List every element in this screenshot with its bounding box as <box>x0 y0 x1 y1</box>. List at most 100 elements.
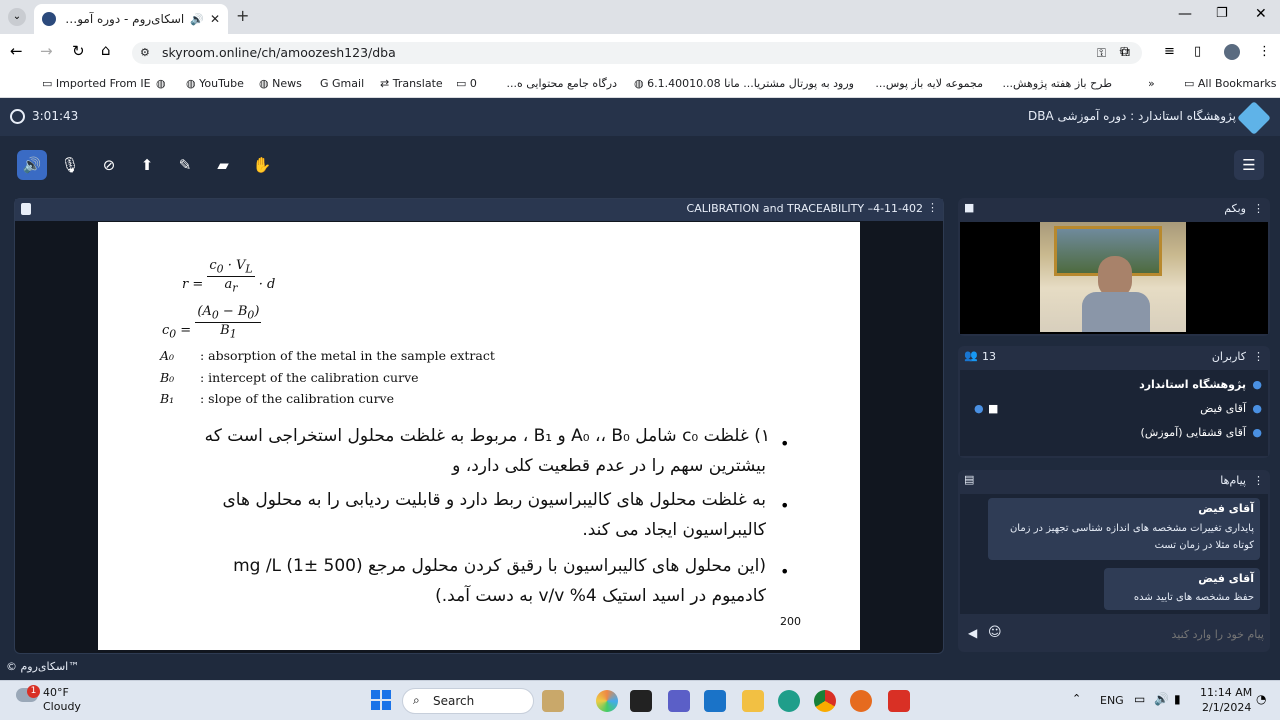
task-view-icon[interactable] <box>630 690 652 712</box>
back-icon[interactable]: ← <box>10 42 23 60</box>
send-icon[interactable]: ◀ <box>968 626 977 640</box>
forward-icon[interactable]: → <box>40 42 53 60</box>
url-field[interactable]: ⚙ skyroom.online/ch/amoozesh123/dba ⚿ ☆ <box>132 42 1142 64</box>
emoji-icon[interactable]: ☺ <box>988 625 1002 640</box>
presentation-title: CALIBRATION and TRACEABILITY –4-11-402 <box>686 202 923 215</box>
speaker-toggle-icon[interactable]: 🔊 <box>17 150 47 180</box>
file-panel-icon <box>21 203 31 215</box>
minimize-icon[interactable]: — <box>1178 6 1192 22</box>
file-explorer-icon[interactable] <box>742 690 764 712</box>
red-app-icon[interactable] <box>888 690 910 712</box>
tray-chevron-icon[interactable]: ⌃ <box>1072 692 1081 705</box>
volume-icon[interactable]: 🔊 <box>1154 692 1169 706</box>
main-menu-icon[interactable]: ☰ <box>1234 150 1264 180</box>
definition-row: B₁: slope of the calibration curve <box>160 391 395 406</box>
bookmark-folder-0[interactable]: ▭ 0 <box>456 77 477 90</box>
skyroom-logo-icon <box>1237 101 1271 135</box>
bookmark-mana[interactable]: ◍ 6.1.40010.08 مانا <box>634 77 740 90</box>
bookmark-globe-icon[interactable]: ◍ <box>156 77 166 90</box>
firefox-icon[interactable] <box>850 690 872 712</box>
bookmark-layer-collection[interactable]: مجموعه لایه باز پوس... <box>868 77 983 90</box>
bullet-1-line-1: ۱) غلظت c₀ شامل A₀ ،، B₀ و B₁ ، مربوط به… <box>204 426 770 446</box>
edge-icon[interactable] <box>778 690 800 712</box>
weather-desc[interactable]: Cloudy <box>43 700 81 713</box>
bookmark-translate[interactable]: ⇄ Translate <box>380 77 443 90</box>
teams-icon[interactable] <box>668 690 690 712</box>
clock-time[interactable]: 11:14 AM <box>1200 686 1252 699</box>
browser-tab[interactable]: ✕ 🔊 اسکای‌روم - دوره آموزشی DBA <box>34 4 228 34</box>
presenter-video-feed <box>1040 222 1186 332</box>
bullet-3-line-1: (این محلول های کالیبراسیون با رقیق کردن … <box>233 556 766 576</box>
password-key-icon[interactable]: ⚿ <box>1097 42 1106 64</box>
users-panel: کاربران ⋮ 👥 13 پژوهشگاه استاندارد ● آقای… <box>958 346 1270 458</box>
bookmarks-bar: ▭ Imported From IE ◍ ◍ YouTube ◍ News G … <box>0 70 1280 98</box>
outlook-icon[interactable] <box>704 690 726 712</box>
bullet-dot: • <box>780 562 790 581</box>
weather-temp[interactable]: 40°F <box>43 686 69 699</box>
user-item[interactable]: پژوهشگاه استاندارد <box>1139 378 1246 391</box>
chrome-icon[interactable] <box>814 690 836 712</box>
mic-active-icon: ● <box>974 402 984 415</box>
side-panel-icon[interactable]: ▯ <box>1194 44 1201 59</box>
widgets-app-icon[interactable] <box>542 690 564 712</box>
more-bookmarks-icon[interactable]: » <box>1148 77 1155 90</box>
tab-audio-icon[interactable]: 🔊 <box>190 13 204 26</box>
home-icon[interactable]: ⌂ <box>101 41 111 59</box>
users-count-icon: 👥 <box>964 349 978 362</box>
extensions-icon[interactable]: ⧉ <box>1120 44 1130 60</box>
file-icon[interactable]: ▰ <box>208 150 238 180</box>
whiteboard-pen-icon[interactable]: ✎ <box>170 150 200 180</box>
bookmark-gmail[interactable]: G Gmail <box>320 77 364 90</box>
bookmark-customer-portal[interactable]: ورود به پورتال مشتریا... <box>742 77 854 90</box>
webcam-menu-icon[interactable]: ⋮ <box>1253 202 1264 215</box>
profile-avatar[interactable] <box>1224 44 1240 60</box>
user-icon: ● <box>1252 426 1262 439</box>
notification-bell-icon[interactable]: ◔ <box>1256 692 1266 706</box>
close-window-icon[interactable]: ✕ <box>1255 6 1267 22</box>
browser-menu-icon[interactable]: ⋮ <box>1258 44 1271 59</box>
clock-date[interactable]: 2/1/2024 <box>1202 701 1251 714</box>
message-sender: آقای فیض <box>1198 502 1254 515</box>
start-windows-icon[interactable] <box>371 690 391 710</box>
formula-c0: c0 = (A0 − B0) B1 <box>162 304 262 341</box>
message-input[interactable] <box>1008 622 1264 646</box>
site-info-icon[interactable]: ⚙ <box>140 42 150 64</box>
tab-close-icon[interactable]: ✕ <box>210 12 220 26</box>
mic-off-icon[interactable]: 🎙 <box>55 150 85 180</box>
messages-menu-icon[interactable]: ⋮ <box>1253 474 1264 487</box>
camera-off-icon[interactable]: ⊘ <box>94 150 124 180</box>
all-bookmarks[interactable]: ▭ All Bookmarks <box>1184 77 1276 90</box>
bullet-dot: • <box>780 434 790 453</box>
tab-list-chevron-icon[interactable]: ⌄ <box>8 8 26 26</box>
users-menu-icon[interactable]: ⋮ <box>1253 350 1264 363</box>
battery-icon[interactable]: ▮ <box>1174 692 1181 706</box>
message-bubble: آقای فیض پایداری تغییرات مشخصه های انداز… <box>988 498 1260 560</box>
taskbar-search[interactable]: ⌕ Search <box>402 688 534 714</box>
color-app-icon[interactable] <box>596 690 618 712</box>
formula-r: r = c0 · VL ar · d <box>182 258 276 295</box>
screen-share-icon[interactable]: ⬆ <box>132 150 162 180</box>
bookmark-research-week[interactable]: طرح باز هفته پژوهش... <box>998 77 1112 90</box>
reading-list-icon[interactable]: ≡ <box>1164 44 1175 59</box>
user-item[interactable]: آقای فیض <box>1200 402 1246 415</box>
bookmark-portal-content[interactable]: درگاه جامع محتوایی ه... <box>502 77 617 90</box>
new-tab-icon[interactable]: + <box>236 6 249 25</box>
reload-icon[interactable]: ↻ <box>72 42 85 60</box>
bookmark-imported-ie[interactable]: ▭ Imported From IE <box>42 77 151 90</box>
maximize-icon[interactable]: ❐ <box>1216 6 1228 21</box>
bookmark-youtube[interactable]: ◍ YouTube <box>186 77 244 90</box>
session-timer: 3:01:43 <box>32 109 79 123</box>
bookmark-news[interactable]: ◍ News <box>259 77 302 90</box>
video-active-icon: ■ <box>988 402 999 415</box>
presentation-menu-icon[interactable]: ⋮ <box>927 201 938 214</box>
network-icon[interactable]: ▭ <box>1134 692 1145 706</box>
definition-row: B₀: intercept of the calibration curve <box>160 370 419 385</box>
raise-hand-icon[interactable]: ✋ <box>247 150 277 180</box>
skyroom-copyright: ™اسکای‌روم © <box>6 660 80 673</box>
user-item[interactable]: آقای قشقایی (آموزش) <box>1141 426 1246 439</box>
message-text: حفظ مشخصه های تایید شده <box>1133 592 1254 603</box>
input-language[interactable]: ENG <box>1100 694 1124 707</box>
bullet-2-line-1: به غلظت محلول های کالیبراسیون ربط دارد و… <box>222 490 766 510</box>
users-title: کاربران <box>1211 350 1246 363</box>
presentation-header: CALIBRATION and TRACEABILITY –4-11-402 ⋮ <box>15 199 943 221</box>
